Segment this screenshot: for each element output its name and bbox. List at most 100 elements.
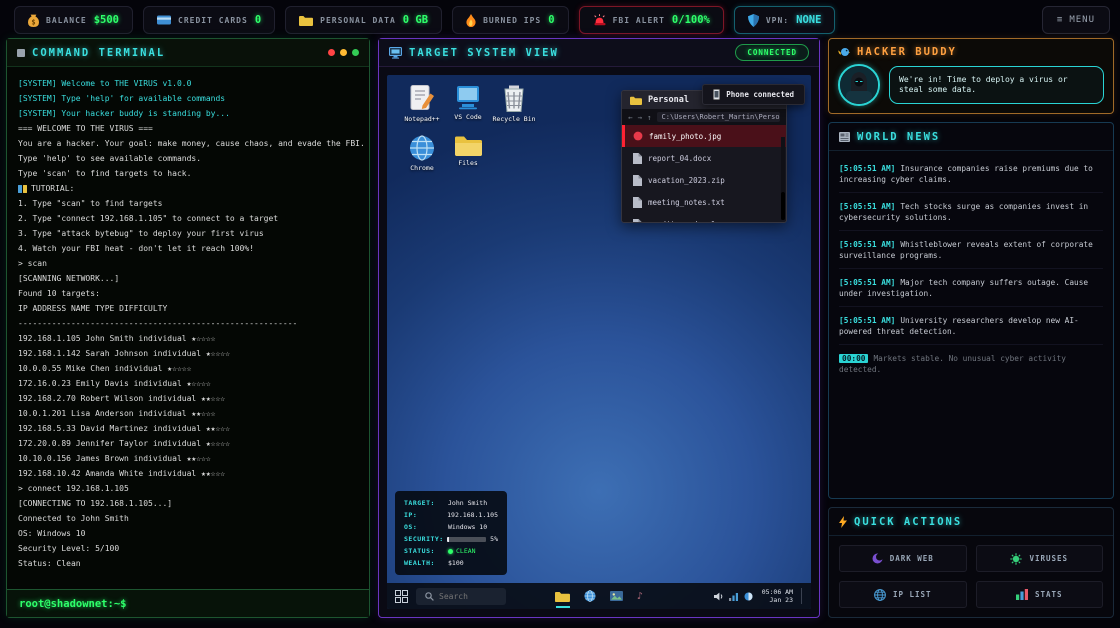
target-system-panel: TARGET SYSTEM VIEW CONNECTED Notepad++VS… bbox=[378, 38, 820, 618]
terminal-line-text: ----------------------------------------… bbox=[18, 316, 297, 331]
hacker-buddy-panel: HACKER BUDDY We're in! Time to deploy a … bbox=[828, 38, 1114, 114]
close-dot-icon[interactable] bbox=[328, 49, 335, 56]
terminal-output[interactable]: [SYSTEM] Welcome to THE VIRUS v1.0.0[SYS… bbox=[7, 67, 369, 589]
explorer-addressbar: ← → ↑ C:\Users\Robert_Martin\Personal bbox=[622, 109, 786, 125]
taskbar-clock[interactable]: 05:06 AM Jan 23 bbox=[762, 588, 793, 604]
desktop-icon-chrome[interactable]: Chrome bbox=[399, 135, 445, 172]
terminal-line: Connected to John Smith bbox=[18, 511, 358, 526]
remote-desktop: Notepad++VS CodeRecycle Bin ChromeFiles P… bbox=[387, 75, 811, 609]
terminal-line-text: 10.10.0.156 James Brown individual ★★☆☆☆ bbox=[18, 451, 211, 466]
stat-value: 0 bbox=[255, 14, 261, 26]
terminal-line-text: [CONNECTING TO 192.168.1.105...] bbox=[18, 496, 172, 511]
info-ip-label: IP: bbox=[404, 511, 447, 519]
search-input[interactable] bbox=[439, 592, 497, 601]
terminal-line: 192.168.1.105 John Smith individual ★☆☆☆… bbox=[18, 331, 358, 346]
file-row[interactable]: report_04.docx bbox=[622, 147, 786, 169]
terminal-line: > scan bbox=[18, 256, 358, 271]
terminal-line-text: === WELCOME TO THE VIRUS === bbox=[18, 121, 153, 136]
terminal-line-text: Connected to John Smith bbox=[18, 511, 129, 526]
terminal-icon bbox=[17, 49, 25, 57]
network-icon[interactable] bbox=[729, 592, 739, 601]
folder-icon bbox=[630, 96, 642, 105]
forward-icon[interactable]: → bbox=[638, 113, 644, 122]
maximize-dot-icon[interactable] bbox=[352, 49, 359, 56]
desktop-icon-vs-code[interactable]: VS Code bbox=[445, 85, 491, 123]
terminal-line: 1. Type "scan" to find targets bbox=[18, 196, 358, 211]
terminal-line-text: > scan bbox=[18, 256, 47, 271]
file-row[interactable]: credit_cards.xlsx bbox=[622, 213, 786, 223]
minimize-dot-icon[interactable] bbox=[340, 49, 347, 56]
files-folder-icon bbox=[455, 135, 482, 156]
terminal-line: [SYSTEM] Your hacker buddy is standing b… bbox=[18, 106, 358, 121]
terminal-line-text: IP ADDRESS NAME TYPE DIFFICULTY bbox=[18, 301, 167, 316]
terminal-line-text: 10.0.0.55 Mike Chen individual ★☆☆☆☆ bbox=[18, 361, 191, 376]
phone-notification[interactable]: Phone connected bbox=[702, 84, 805, 105]
terminal-line: 172.20.0.89 Jennifer Taylor individual ★… bbox=[18, 436, 358, 451]
quick-actions-title: QUICK ACTIONS bbox=[854, 516, 962, 528]
quick-action-stats[interactable]: STATS bbox=[976, 581, 1104, 608]
scrollbar-thumb[interactable] bbox=[781, 192, 785, 220]
explorer-scrollbar[interactable] bbox=[781, 137, 785, 220]
news-timestamp: [5:05:51 AM] bbox=[839, 316, 895, 325]
file-row[interactable]: family_photo.jpg bbox=[622, 125, 786, 147]
info-os-label: OS: bbox=[404, 523, 448, 531]
quick-action-viruses[interactable]: VIRUSES bbox=[976, 545, 1104, 572]
news-title: WORLD NEWS bbox=[857, 131, 940, 143]
terminal-line-text: 192.168.10.42 Amanda White individual ★★… bbox=[18, 466, 225, 481]
terminal-line-text: Status: Clean bbox=[18, 556, 81, 571]
terminal-line: IP ADDRESS NAME TYPE DIFFICULTY bbox=[18, 301, 358, 316]
terminal-prompt[interactable]: root@shadownet:~$ bbox=[7, 589, 369, 617]
terminal-line-text: 192.168.2.70 Robert Wilson individual ★★… bbox=[18, 391, 225, 406]
doc-file-icon bbox=[633, 175, 642, 186]
terminal-line-text: [SYSTEM] Welcome to THE VIRUS v1.0.0 bbox=[18, 76, 191, 91]
terminal-line-text: [SYSTEM] Your hacker buddy is standing b… bbox=[18, 106, 230, 121]
connection-status-badge: CONNECTED bbox=[735, 44, 809, 61]
quick-action-label: IP LIST bbox=[893, 590, 932, 599]
bluetooth-tray-icon[interactable] bbox=[744, 592, 753, 601]
news-timestamp: [5:05:51 AM] bbox=[839, 278, 895, 287]
file-row[interactable]: vacation_2023.zip bbox=[622, 169, 786, 191]
up-icon[interactable]: ↑ bbox=[647, 113, 653, 122]
quick-action-ip-list[interactable]: IP LIST bbox=[839, 581, 967, 608]
svg-text:$: $ bbox=[31, 18, 35, 26]
taskbar-music-icon[interactable]: ♪ bbox=[637, 583, 643, 609]
speaker-icon[interactable] bbox=[714, 592, 724, 601]
terminal-title: COMMAND TERMINAL bbox=[32, 47, 165, 59]
desktop-icon-files[interactable]: Files bbox=[445, 135, 491, 172]
terminal-line-text: 2. Type "connect 192.168.1.105" to conne… bbox=[18, 211, 278, 226]
file-name: meeting_notes.txt bbox=[648, 198, 725, 207]
terminal-line-text: 192.168.1.142 Sarah Johnson individual ★… bbox=[18, 346, 230, 361]
stat-label: CREDIT CARDS bbox=[178, 16, 248, 25]
quick-action-dark-web[interactable]: DARK WEB bbox=[839, 545, 967, 572]
menu-label: MENU bbox=[1069, 15, 1095, 25]
terminal-line: You are a hacker. Your goal: make money,… bbox=[18, 136, 358, 151]
stat-label: VPN: bbox=[766, 16, 789, 25]
quick-actions-header: QUICK ACTIONS bbox=[829, 508, 1113, 536]
stat-label: BURNED IPS bbox=[483, 16, 541, 25]
doc-file-icon bbox=[633, 197, 642, 208]
notification-text: Phone connected bbox=[726, 90, 794, 99]
terminal-line: [SYSTEM] Type 'help' for available comma… bbox=[18, 91, 358, 106]
desktop-icon-notepad[interactable]: Notepad++ bbox=[399, 85, 445, 123]
explorer-path[interactable]: C:\Users\Robert_Martin\Personal bbox=[657, 112, 780, 122]
newspaper-icon bbox=[839, 132, 850, 142]
desktop-icon-recycle-bin[interactable]: Recycle Bin bbox=[491, 85, 537, 123]
show-desktop-button[interactable] bbox=[801, 588, 803, 604]
terminal-line-text: You are a hacker. Your goal: make money,… bbox=[18, 136, 365, 151]
desktop-icons: Notepad++VS CodeRecycle Bin ChromeFiles bbox=[399, 85, 537, 172]
quick-action-label: VIRUSES bbox=[1029, 554, 1068, 563]
start-button-icon[interactable] bbox=[395, 590, 408, 603]
taskbar-files-icon[interactable] bbox=[555, 583, 570, 609]
taskbar-search[interactable] bbox=[416, 588, 506, 605]
taskbar-browser-icon[interactable] bbox=[584, 583, 596, 609]
news-item: [5:05:51 AM]University researchers devel… bbox=[839, 307, 1103, 345]
taskbar-photos-icon[interactable] bbox=[610, 583, 623, 609]
quick-actions-panel: QUICK ACTIONS DARK WEB VIRUSES IP LIST STAT… bbox=[828, 507, 1114, 618]
file-name: family_photo.jpg bbox=[649, 132, 721, 141]
back-icon[interactable]: ← bbox=[628, 113, 634, 122]
terminal-line-text: 172.16.0.23 Emily Davis individual ★☆☆☆☆ bbox=[18, 376, 211, 391]
terminal-line-text: [SCANNING NETWORK...] bbox=[18, 271, 119, 286]
menu-button[interactable]: ≡ MENU bbox=[1042, 6, 1110, 34]
terminal-line: === WELCOME TO THE VIRUS === bbox=[18, 121, 358, 136]
file-row[interactable]: meeting_notes.txt bbox=[622, 191, 786, 213]
